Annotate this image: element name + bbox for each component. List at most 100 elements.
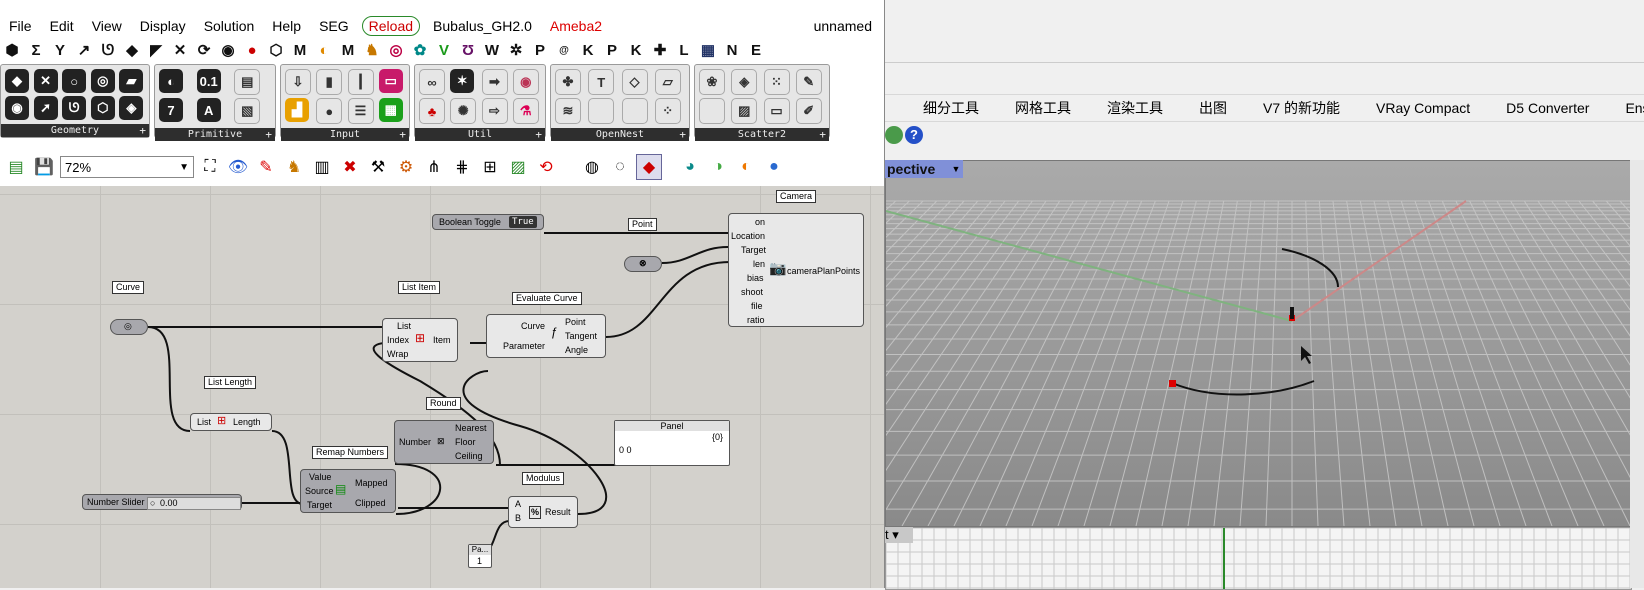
camera-input-len[interactable]: len <box>753 259 765 270</box>
rectangles-icon[interactable]: ▭ <box>763 98 790 124</box>
surface-param-icon[interactable]: ▰ <box>119 69 144 93</box>
tab-maths[interactable]: Σ <box>24 40 48 62</box>
tiles-icon[interactable]: ▨ <box>731 98 758 124</box>
menu-display[interactable]: Display <box>131 14 195 38</box>
tab-d5-converter[interactable]: D5 Converter <box>1488 95 1607 121</box>
brush-icon[interactable]: ✎ <box>795 69 822 95</box>
preview-wire-icon[interactable]: ◌ <box>608 155 632 179</box>
curve-param-icon[interactable]: ᘎ <box>62 96 87 120</box>
expand-icon[interactable]: + <box>265 128 272 141</box>
tab-n[interactable]: N <box>720 40 744 62</box>
evaluate-curve-input-parameter[interactable]: Parameter <box>503 341 545 352</box>
button-icon[interactable]: ● <box>316 98 343 124</box>
remap-output-clipped[interactable]: Clipped <box>355 498 386 509</box>
small-panel-component[interactable]: Pa... 1 <box>468 544 492 568</box>
preview-selected-icon[interactable]: ◆ <box>636 154 662 180</box>
tab-curve-icon[interactable]: ᘎ <box>96 40 120 62</box>
tab-v[interactable]: V <box>432 40 456 62</box>
grasshopper-canvas[interactable]: Boolean Toggle True Point ⊗ Camera on Lo… <box>0 186 884 588</box>
tab-k1[interactable]: K <box>576 40 600 62</box>
sphere-icon[interactable]: ◉ <box>512 69 539 95</box>
zoom-extents-icon[interactable]: ⛶ <box>198 155 222 179</box>
evaluate-curve-output-angle[interactable]: Angle <box>565 345 588 356</box>
list-item-component[interactable]: List Index Wrap ⊞ Item <box>382 318 458 362</box>
list-item-input-index[interactable]: Index <box>387 335 409 346</box>
help-icon[interactable]: ? <box>905 126 923 144</box>
modulus-input-a[interactable]: A <box>515 499 521 510</box>
round-output-ceiling[interactable]: Ceiling <box>455 451 483 462</box>
slider-track[interactable]: ○ 0.00 <box>147 497 241 510</box>
boolean-param-icon[interactable]: ◐ <box>159 69 183 93</box>
list-length-input[interactable]: List <box>197 417 211 428</box>
list-item-output[interactable]: Item <box>433 335 451 346</box>
graph1-icon[interactable]: ⋔ <box>422 155 446 179</box>
modulus-output[interactable]: Result <box>545 507 571 518</box>
circle-icon[interactable]: ○ <box>62 69 87 93</box>
tab-render-tools[interactable]: 渲染工具 <box>1089 95 1181 121</box>
menu-seg[interactable]: SEG <box>310 14 358 38</box>
blank2-icon[interactable] <box>621 98 648 124</box>
tab-plugin10-icon[interactable]: ✚ <box>648 40 672 62</box>
params-tab-icon[interactable]: ⬢ <box>0 40 24 62</box>
tab-surface-icon[interactable]: ◆ <box>120 40 144 62</box>
save-file-icon[interactable]: 💾 <box>32 155 56 179</box>
evaluate-curve-output-tangent[interactable]: Tangent <box>565 331 597 342</box>
menu-file[interactable]: File <box>0 14 41 38</box>
path-param-icon[interactable]: ▧ <box>234 98 261 124</box>
tab-transform-icon[interactable]: ⟳ <box>192 40 216 62</box>
value-list-icon[interactable]: ┃ <box>347 69 374 95</box>
circle-param-icon[interactable]: ◉ <box>5 96 29 120</box>
sphere-dropdown-icon[interactable]: ● <box>762 155 786 179</box>
tab-plugin2-icon[interactable]: ⬡ <box>264 40 288 62</box>
integer-param-icon[interactable]: 7 <box>159 98 183 122</box>
preview-eye-icon[interactable]: 👁 <box>226 155 250 179</box>
menu-ameba[interactable]: Ameba2 <box>541 14 611 38</box>
menu-reload[interactable]: Reload <box>361 16 421 36</box>
data-param-icon[interactable]: ▤ <box>234 69 261 95</box>
arc-param-icon[interactable]: ➚ <box>33 96 58 120</box>
render-green-icon[interactable]: ◑ <box>706 155 730 179</box>
boolean-toggle-value[interactable]: True <box>509 216 537 228</box>
render-teal-icon[interactable]: ◕ <box>678 155 702 179</box>
tab-plugin11-icon[interactable]: ▦ <box>696 40 720 62</box>
tab-plugin6-icon[interactable]: ✿ <box>408 40 432 62</box>
evaluate-curve-component[interactable]: Curve Parameter ƒ Point Tangent Angle <box>486 314 606 358</box>
bottom-viewport[interactable] <box>885 527 1632 590</box>
tab-w[interactable]: W <box>480 40 504 62</box>
tab-vray-compact[interactable]: VRay Compact <box>1358 95 1488 121</box>
tab-m2[interactable]: M <box>336 40 360 62</box>
graph-mapper-icon[interactable]: ▟ <box>285 98 309 122</box>
remap-input-target[interactable]: Target <box>307 500 332 511</box>
slider-icon[interactable]: ⇩ <box>285 69 311 95</box>
expand-icon[interactable]: + <box>535 128 542 141</box>
remap-input-source[interactable]: Source <box>305 486 334 497</box>
graph3-icon[interactable]: ⊞ <box>478 155 502 179</box>
slider-handle-icon[interactable]: ○ <box>150 498 155 509</box>
camera-input-target[interactable]: Target <box>741 245 766 256</box>
text-param-icon[interactable]: A <box>196 98 221 122</box>
brush2-icon[interactable]: ✐ <box>795 98 822 124</box>
tab-k2[interactable]: K <box>624 40 648 62</box>
graph4-icon[interactable]: ▨ <box>506 155 530 179</box>
tab-plugin9-icon[interactable]: @ <box>552 40 576 62</box>
menu-solution[interactable]: Solution <box>195 14 264 38</box>
camera-input-file[interactable]: file <box>751 301 763 312</box>
remap-output-mapped[interactable]: Mapped <box>355 478 388 489</box>
tab-p2[interactable]: P <box>600 40 624 62</box>
close-param-icon[interactable]: ✕ <box>33 69 58 93</box>
circles-icon[interactable]: ⁘ <box>654 98 681 124</box>
camera-input-ratio[interactable]: ratio <box>747 315 765 326</box>
globe-icon[interactable] <box>885 126 903 144</box>
tab-plugin1-icon[interactable]: ● <box>240 40 264 62</box>
evaluate-curve-output-point[interactable]: Point <box>565 317 586 328</box>
toggle-icon[interactable]: ▮ <box>316 69 343 95</box>
blank3-icon[interactable] <box>699 98 725 124</box>
menu-help[interactable]: Help <box>263 14 310 38</box>
camera-input-on[interactable]: on <box>755 217 765 228</box>
refresh-icon[interactable]: ⟲ <box>534 155 558 179</box>
round-component[interactable]: Number ⊠ Nearest Floor Ceiling <box>394 420 494 464</box>
list-item-input-list[interactable]: List <box>397 321 411 332</box>
wave-icon[interactable]: ≋ <box>555 98 581 124</box>
brep-param-icon[interactable]: ◎ <box>90 69 115 93</box>
expand-icon[interactable]: + <box>139 124 146 137</box>
